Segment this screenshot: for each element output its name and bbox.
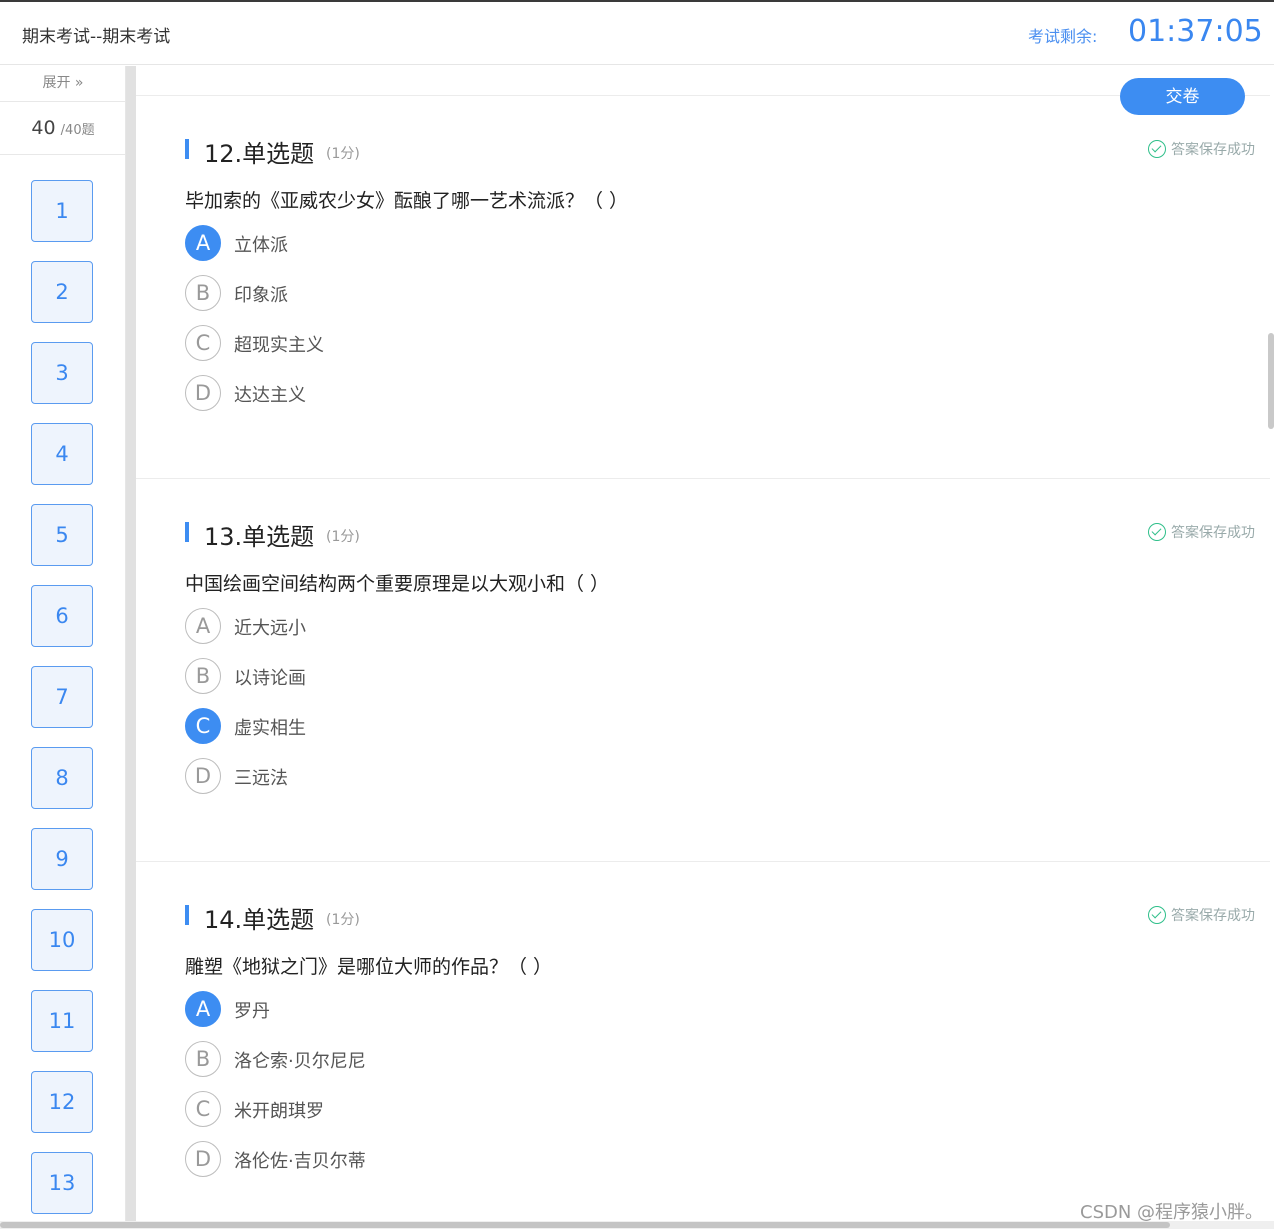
option-label: 米开朗琪罗 (234, 1101, 324, 1122)
answered-count-value: 40 (31, 117, 56, 139)
saved-status: 答案保存成功 (1148, 522, 1255, 542)
option-label: 罗丹 (234, 1001, 270, 1022)
question-nav-button[interactable]: 13 (31, 1152, 93, 1214)
question-text: 雕塑《地狱之门》是哪位大师的作品？（ ） (185, 956, 553, 978)
option-letter-radio[interactable]: B (185, 275, 221, 311)
title-accent-bar (185, 522, 189, 542)
check-circle-icon (1148, 140, 1166, 158)
check-circle-icon (1148, 906, 1166, 924)
saved-status-text: 答案保存成功 (1171, 142, 1255, 158)
sidebar-gutter (126, 66, 136, 1229)
option-letter-radio[interactable]: C (185, 1091, 221, 1127)
question-nav-button[interactable]: 10 (31, 909, 93, 971)
question-nav-button[interactable]: 3 (31, 342, 93, 404)
question-nav-button[interactable]: 12 (31, 1071, 93, 1133)
question-nav-button[interactable]: 8 (31, 747, 93, 809)
option-letter-radio[interactable]: B (185, 1041, 221, 1077)
exam-title: 期末考试--期末考试 (22, 27, 171, 47)
option-label: 达达主义 (234, 385, 306, 406)
question-text: 毕加索的《亚威农少女》酝酿了哪一艺术流派？（ ） (185, 190, 629, 212)
option-letter-radio[interactable]: D (185, 758, 221, 794)
question-nav-button[interactable]: 1 (31, 180, 93, 242)
option-letter-radio[interactable]: C (185, 325, 221, 361)
question-score: (1分) (326, 146, 360, 162)
submit-exam-button[interactable]: 交卷 (1120, 78, 1245, 115)
question-nav-button[interactable]: 5 (31, 504, 93, 566)
option-label: 立体派 (234, 235, 288, 256)
option-label: 以诗论画 (234, 668, 306, 689)
question-nav-button[interactable]: 4 (31, 423, 93, 485)
header: 期末考试--期末考试 考试剩余: 01:37:05 (0, 2, 1274, 65)
title-accent-bar (185, 139, 189, 159)
check-circle-icon (1148, 523, 1166, 541)
option-label: 近大远小 (234, 618, 306, 639)
saved-status: 答案保存成功 (1148, 139, 1255, 159)
question-score: (1分) (326, 529, 360, 545)
option-letter-radio[interactable]: A (185, 608, 221, 644)
option-letter-radio[interactable]: C (185, 708, 221, 744)
option-label: 三远法 (234, 768, 288, 789)
total-count-label: /40题 (60, 123, 95, 138)
question-nav-button[interactable]: 7 (31, 666, 93, 728)
saved-status: 答案保存成功 (1148, 905, 1255, 925)
option-letter-radio[interactable]: A (185, 225, 221, 261)
timer-label: 考试剩余: (1028, 27, 1098, 46)
question-panel: 交卷 12.单选题 (1分) 答案保存成功 毕加索的《亚威农少女》酝酿了哪一艺术流派？… (136, 66, 1270, 1229)
option-label: 洛伦佐·吉贝尔蒂 (234, 1151, 366, 1172)
question-nav-button[interactable]: 11 (31, 990, 93, 1052)
question-type-title: 12.单选题 (204, 140, 315, 168)
option-letter-radio[interactable]: D (185, 1141, 221, 1177)
expand-button[interactable]: 展开 » (0, 66, 125, 102)
title-accent-bar (185, 905, 189, 925)
option-label: 超现实主义 (234, 335, 324, 356)
answered-count: 40 /40题 (0, 103, 125, 155)
question-text: 中国绘画空间结构两个重要原理是以大观小和（ ） (185, 573, 610, 595)
option-letter-radio[interactable]: A (185, 991, 221, 1027)
option-label: 虚实相生 (234, 718, 306, 739)
option-label: 洛仑索·贝尔尼尼 (234, 1051, 366, 1072)
vertical-scrollbar[interactable] (1268, 333, 1274, 429)
question-score: (1分) (326, 912, 360, 928)
question-nav-sidebar: 展开 » 40 /40题 1 2 3 4 5 6 7 8 9 10 11 12 13 (0, 66, 126, 1229)
saved-status-text: 答案保存成功 (1171, 525, 1255, 541)
divider (136, 95, 1270, 96)
question-divider (136, 861, 1270, 862)
horizontal-scrollbar-thumb[interactable] (0, 1222, 1170, 1228)
question-type-title: 14.单选题 (204, 906, 315, 934)
question-nav-button[interactable]: 2 (31, 261, 93, 323)
question-number-list: 1 2 3 4 5 6 7 8 9 10 11 12 13 (31, 180, 93, 1229)
timer-value: 01:37:05 (1128, 14, 1263, 49)
option-letter-radio[interactable]: D (185, 375, 221, 411)
question-divider (136, 478, 1270, 479)
question-nav-button[interactable]: 6 (31, 585, 93, 647)
question-nav-button[interactable]: 9 (31, 828, 93, 890)
watermark: CSDN @程序猿小胖。 (1080, 1202, 1264, 1223)
option-label: 印象派 (234, 285, 288, 306)
saved-status-text: 答案保存成功 (1171, 908, 1255, 924)
question-type-title: 13.单选题 (204, 523, 315, 551)
option-letter-radio[interactable]: B (185, 658, 221, 694)
